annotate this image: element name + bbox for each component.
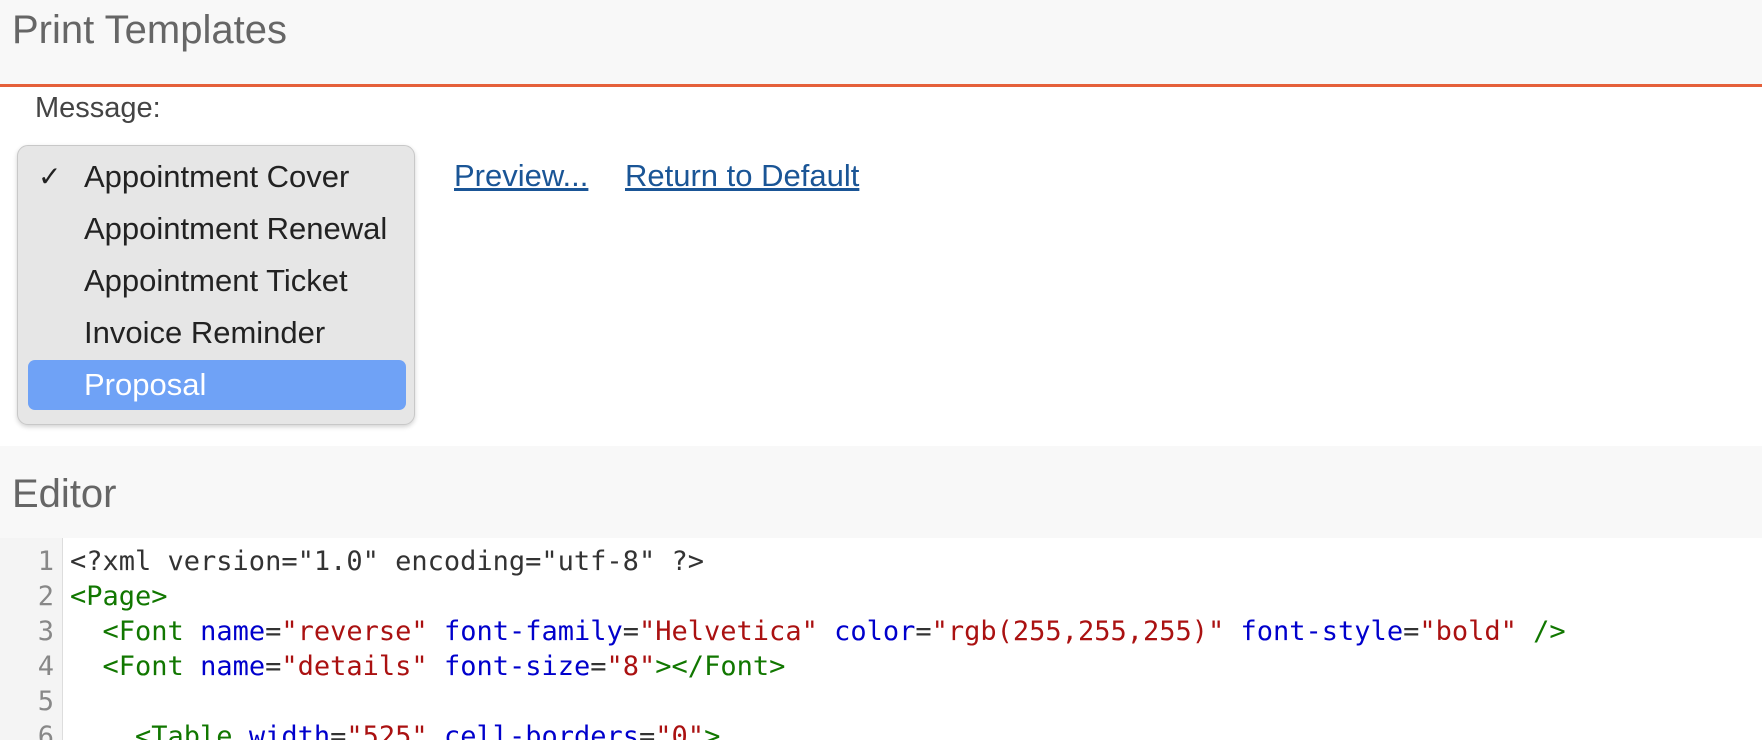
code-line: 2 <Page>: [0, 579, 1762, 614]
code-token: cell-borders: [443, 721, 640, 740]
line-number: 4: [37, 651, 54, 682]
line-number: 1: [37, 546, 54, 577]
code-token: =: [1403, 616, 1420, 647]
menu-item[interactable]: Invoice Reminder: [28, 308, 406, 358]
code-token: =: [330, 721, 347, 740]
code-token: <Table: [135, 721, 233, 740]
code-token: "details": [281, 651, 428, 682]
menu-item-label: Appointment Ticket: [84, 263, 348, 298]
code-line: 3 <Font name="reverse" font-family="Helv…: [0, 614, 1762, 649]
line-number: 6: [37, 721, 54, 740]
menu-item[interactable]: Proposal: [28, 360, 406, 410]
code-text: <Font name="details" font-size="8"></Fon…: [70, 649, 786, 684]
code-token: name: [200, 616, 266, 647]
line-number: 2: [37, 581, 54, 612]
code-token: />: [1533, 616, 1566, 647]
menu-item-label: Appointment Cover: [84, 159, 350, 194]
line-number: 3: [37, 616, 54, 647]
code-token: "8": [606, 651, 656, 682]
menu-item-label: Appointment Renewal: [84, 211, 388, 246]
menu-item[interactable]: ✓ Appointment Cover: [28, 152, 406, 202]
code-token: "0": [655, 721, 705, 740]
code-token: width: [248, 721, 331, 740]
code-text: <Page>: [70, 579, 168, 614]
code-token: >: [704, 721, 721, 740]
code-token: ></Font>: [655, 651, 786, 682]
return-to-default-link[interactable]: Return to Default: [625, 158, 859, 194]
menu-item[interactable]: Appointment Renewal: [28, 204, 406, 254]
code-line: 5: [0, 684, 1762, 719]
code-token: =: [915, 616, 932, 647]
code-line: 1 <?xml version="1.0" encoding="utf-8" ?>: [0, 544, 1762, 579]
code-line: 4 <Font name="details" font-size="8"></F…: [0, 649, 1762, 684]
message-label: Message:: [35, 92, 161, 124]
code-token: color: [834, 616, 916, 647]
code-token: font-style: [1240, 616, 1404, 647]
code-token: font-size: [443, 651, 591, 682]
code-token: =: [265, 651, 282, 682]
code-text: <Table width="525" cell-borders="0">: [70, 719, 720, 740]
editor-title: Editor: [12, 472, 117, 516]
code-token: font-family: [443, 616, 623, 647]
code-token: =: [590, 651, 607, 682]
code-token: =: [622, 616, 640, 647]
code-token: <Page>: [70, 581, 168, 612]
code-text: <Font name="reverse" font-family="Helvet…: [70, 614, 1566, 649]
code-token: <?xml version="1.0" encoding="utf-8" ?>: [70, 546, 704, 577]
code-token: <Font: [102, 651, 184, 682]
code-token: "525": [346, 721, 428, 740]
code-token: "rgb(255,255,255)": [931, 616, 1225, 647]
code-token: <Font: [102, 616, 184, 647]
menu-item[interactable]: Appointment Ticket: [28, 256, 406, 306]
print-templates-header: Print Templates: [0, 0, 1762, 87]
code-token: name: [200, 651, 266, 682]
code-editor[interactable]: 1 <?xml version="1.0" encoding="utf-8" ?>…: [0, 538, 1762, 740]
code-token: =: [265, 616, 282, 647]
code-token: "reverse": [281, 616, 428, 647]
checkmark-icon: ✓: [38, 161, 62, 192]
code-text: <?xml version="1.0" encoding="utf-8" ?>: [70, 544, 704, 579]
message-dropdown-menu[interactable]: ✓ Appointment Cover Appointment Renewal App…: [17, 145, 415, 425]
code-line: 6 <Table width="525" cell-borders="0">: [0, 719, 1762, 740]
code-token: "bold": [1419, 616, 1517, 647]
menu-item-label: Invoice Reminder: [84, 315, 326, 350]
code-token: =: [639, 721, 656, 740]
preview-link[interactable]: Preview...: [454, 158, 588, 194]
editor-header: Editor: [0, 446, 1762, 538]
page-title: Print Templates: [12, 8, 287, 52]
code-token: "Helvetica": [639, 616, 818, 647]
line-number: 5: [37, 686, 54, 717]
menu-item-label: Proposal: [84, 367, 207, 402]
